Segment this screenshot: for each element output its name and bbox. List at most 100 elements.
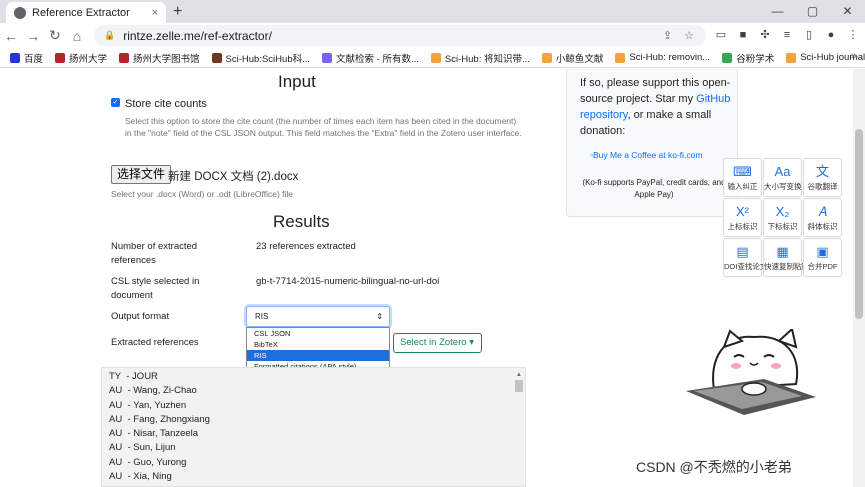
output-format-selected: RIS [255,312,269,321]
tool-label: DOI查找论文 [724,262,768,271]
bookmark-item[interactable]: Sci-Hub:SciHub科... [211,51,310,65]
case-icon: Aa [774,164,791,179]
select-caret-icon: ⇕ [376,312,383,321]
new-tab-button[interactable]: + [173,3,182,21]
output-format-label: Output format [111,311,170,322]
home-icon[interactable]: ⌂ [66,28,88,44]
profile-avatar-icon[interactable]: ● [822,26,840,44]
tool-quick-copy[interactable]: ▦ 快速复制粘贴 [763,238,809,277]
tab-close-icon[interactable]: × [152,7,158,19]
page-scroll-thumb[interactable] [855,129,863,319]
kofi-link[interactable]: ▫Buy Me a Coffee at ko-fi.com [590,150,702,160]
ris-line: AU - Xia, Ning [109,471,172,483]
puzzle-icon[interactable]: ✣ [756,26,774,44]
share-icon[interactable]: ⇪ [663,29,672,42]
tool-label: 下标标识 [767,222,798,231]
support-text: If so, please support this open-source p… [580,75,732,139]
bookmark-item[interactable]: 谷粉学术 [722,51,774,65]
format-option-csl-json[interactable]: CSL JSON [247,328,389,339]
csdn-watermark: CSDN @不秃燃的小老弟 [636,459,792,475]
subscript-icon: X₂ [775,204,790,219]
bookmark-favicon-icon [211,52,222,63]
document-icon: ▤ [736,244,749,259]
tool-label: 输入纠正 [727,182,758,191]
extension-icon[interactable]: ■ [734,26,752,44]
csl-style-value: gb-t-7714-2015-numeric-bilingual-no-url-… [256,276,440,287]
translate-icon: 文 [815,164,829,179]
zotero-button-label: Select in Zotero [400,337,467,348]
ris-line: TY - JOUR [109,371,158,382]
menu-kebab-icon[interactable]: ⋮ [844,26,862,44]
textarea-scroll-thumb[interactable] [515,380,523,392]
format-option-ris[interactable]: RIS [247,350,389,361]
tool-label: 上标标识 [727,222,758,231]
csl-style-label: CSL style selected in document [111,276,200,301]
address-bar[interactable]: 🔒 rintze.zelle.me/ref-extractor/ ⇪ ☆ [94,25,706,46]
bookmark-item[interactable]: 扬州大学图书馆 [119,51,200,65]
playlist-icon[interactable]: ≡ [778,26,796,44]
bookmark-item[interactable]: 文献检索 - 所有数... [322,51,419,65]
sidepanel-icon[interactable]: ▯ [800,26,818,44]
page-content: Input ✓ Store cite counts Select this op… [0,69,865,487]
ris-line: AU - Fang, Zhongxiang [109,413,210,425]
bookmark-item[interactable]: 扬州大学 [55,51,107,65]
tool-doi-lookup[interactable]: ▤ DOI查找论文 [723,238,768,277]
tool-input-correct[interactable]: ⌨ 输入纠正 [723,158,762,197]
tool-google-translate[interactable]: 文谷歌翻译 [803,158,842,197]
bookmark-item[interactable]: 百度 [10,51,43,65]
browser-toolbar: ← → ↻ ⌂ 🔒 rintze.zelle.me/ref-extractor/… [0,23,865,48]
kofi-link-text: Buy Me a Coffee at ko-fi.com [593,150,703,160]
bookmark-favicon-icon [430,52,441,63]
bookmark-favicon-icon [786,52,797,63]
tool-merge-pdf[interactable]: ▣ 合并PDF [803,238,842,277]
ris-output-text: TY - JOUR AU - Wang, Zi-Chao AU - Yan, Yuz… [109,370,210,484]
floating-tools-panel: ⌨ 输入纠正 Aa 大小写变换 文谷歌翻译 X² 上标标识 X₂ 下标标识 𝐴 斜体标识 … [723,158,843,278]
support-card: If so, please support this open-source p… [566,69,738,217]
bookmarks-more-icon[interactable]: » [851,50,857,62]
ris-line: AU - Sun, Lijun [109,442,176,454]
bookmark-item[interactable]: Sci-Hub: 将知识带... [430,51,530,65]
format-option-bibtex[interactable]: BibTeX [247,339,389,350]
bookmark-favicon-icon [722,52,733,63]
tool-label: 斜体标识 [807,222,838,231]
superscript-icon: X² [736,204,749,219]
page-scrollbar[interactable] [853,69,865,487]
bookmark-label: 扬州大学图书馆 [133,53,200,65]
minimize-icon[interactable]: — [760,0,795,23]
ris-line: AU - Yan, Yuzhen [109,399,187,411]
scroll-up-arrow-icon[interactable]: ▲ [515,372,523,378]
tool-italic[interactable]: 𝐴 斜体标识 [803,198,842,237]
url-text[interactable]: rintze.zelle.me/ref-extractor/ [123,29,663,43]
bookmark-item[interactable]: Sci-Hub: removin... [615,52,710,63]
maximize-icon[interactable]: ▢ [795,0,830,23]
tool-case-convert[interactable]: Aa 大小写变换 [763,158,802,197]
tool-superscript[interactable]: X² 上标标识 [723,198,762,237]
select-in-zotero-button[interactable]: Select in Zotero ▾ [393,333,482,353]
reload-icon[interactable]: ↻ [44,27,66,44]
store-cite-label[interactable]: Store cite counts [125,98,207,110]
bookmark-label: 扬州大学 [69,53,108,65]
bookmark-star-icon[interactable]: ☆ [684,29,694,42]
bookmark-label: Sci-Hub: 将知识带... [444,53,530,65]
store-cite-checkbox[interactable]: ✓ [111,98,120,107]
choose-file-button[interactable]: 选择文件 [111,165,172,184]
reader-icon[interactable]: ▭ [712,26,730,44]
bookmark-label: 谷粉学术 [736,53,775,65]
tab-title: Reference Extractor [32,6,130,19]
bookmark-favicon-icon [10,52,20,63]
file-help: Select your .docx (Word) or .odt (LibreO… [111,189,294,199]
pdf-icon: ▣ [816,244,829,259]
tab-reference-extractor[interactable]: Reference Extractor × [6,2,166,23]
bookmark-item[interactable]: 小鲸鱼文献 [541,51,603,65]
lock-icon[interactable]: 🔒 [104,30,115,41]
textarea-scrollbar[interactable]: ▲ [515,372,523,486]
forward-arrow-icon[interactable]: → [22,28,44,44]
tool-subscript[interactable]: X₂ 下标标识 [763,198,802,237]
back-arrow-icon[interactable]: ← [0,28,22,44]
output-format-select[interactable]: RIS ⇕ [246,306,390,327]
tool-label: 快速复制粘贴 [764,262,809,271]
references-output-textarea[interactable]: TY - JOUR AU - Wang, Zi-Chao AU - Yan, Yuz… [101,367,526,487]
bookmark-favicon-icon [541,52,552,63]
ris-line: AU - Guo, Yurong [109,456,187,468]
close-window-icon[interactable]: ✕ [830,0,865,23]
